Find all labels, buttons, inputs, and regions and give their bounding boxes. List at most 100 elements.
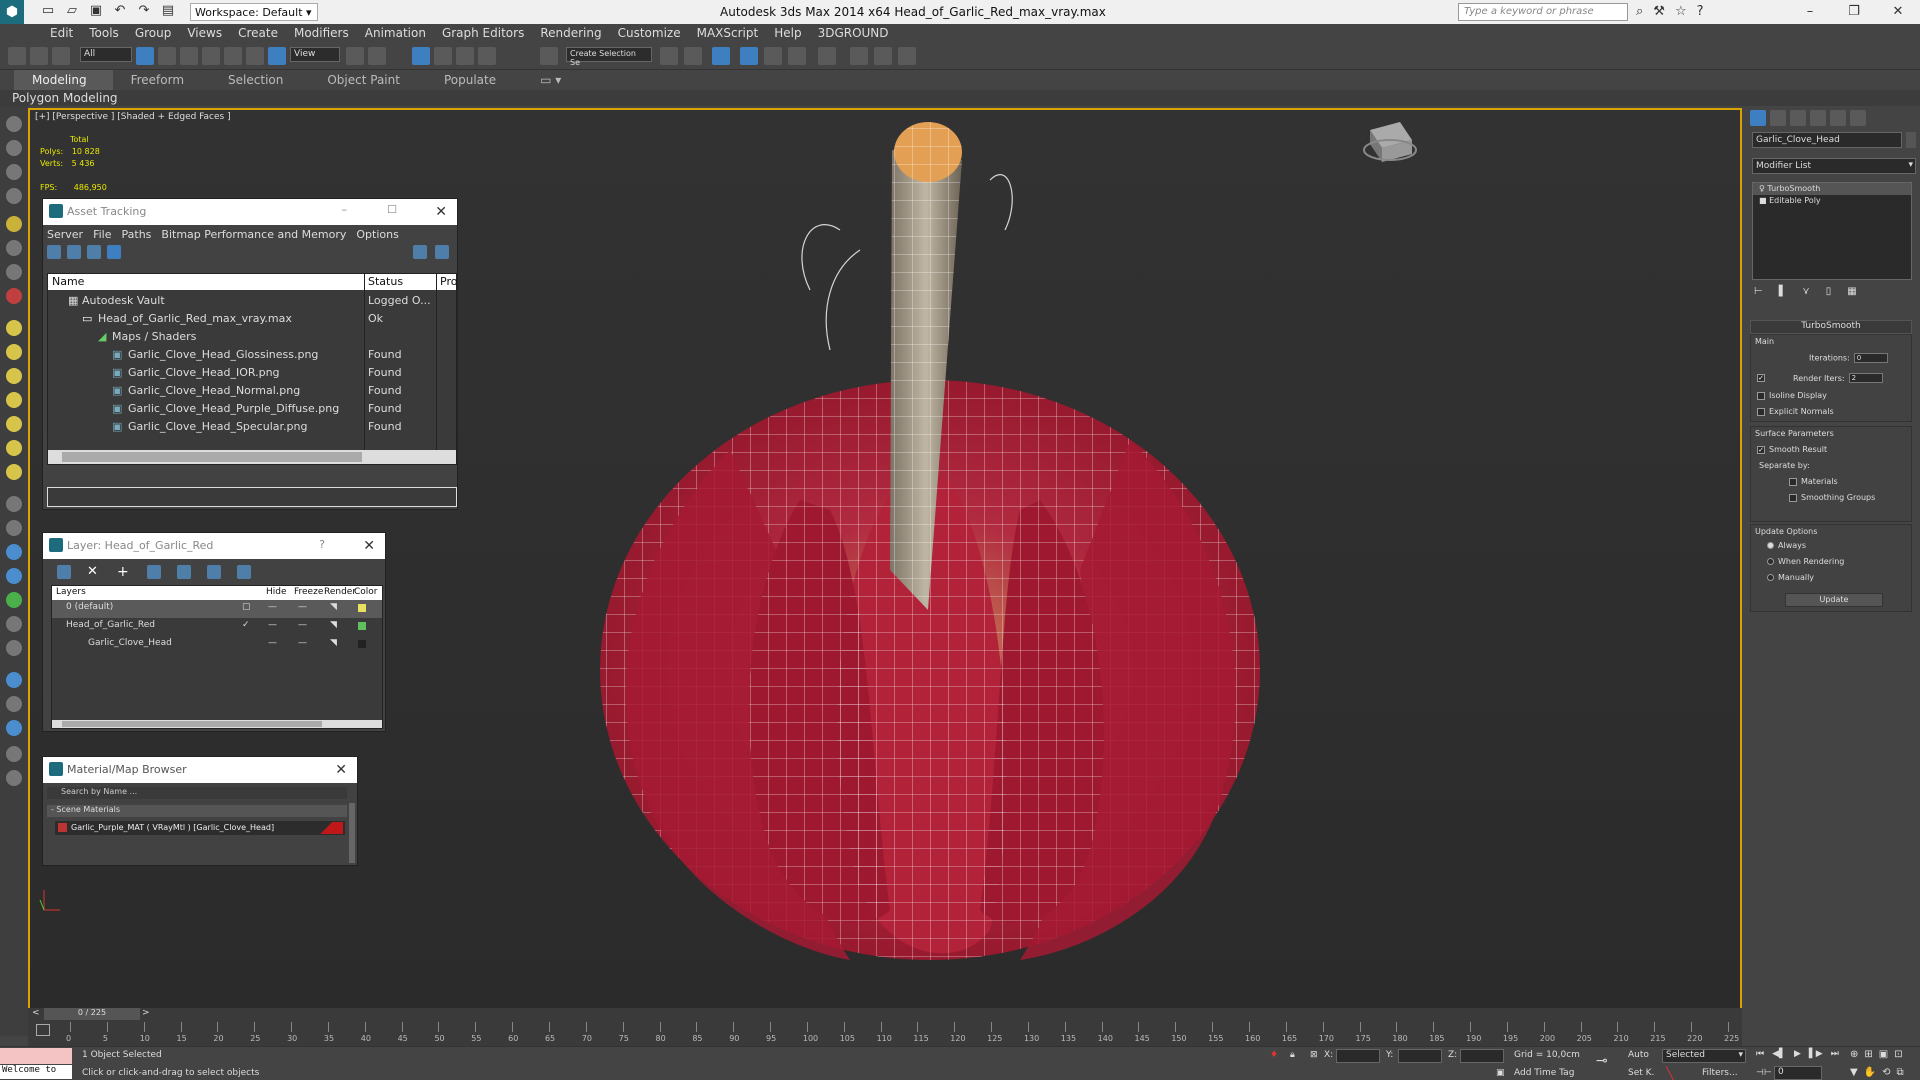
help-circle-icon[interactable] <box>6 770 22 786</box>
layer-color-swatch[interactable] <box>358 622 366 630</box>
create-icon[interactable] <box>6 140 22 156</box>
set-key-button[interactable]: Set K. <box>1628 1068 1654 1078</box>
menu-rendering[interactable]: Rendering <box>532 24 609 42</box>
highlight-layer-icon[interactable] <box>177 565 191 579</box>
polygon-modeling-label[interactable]: Polygon Modeling <box>12 91 118 105</box>
undo-icon[interactable]: ↶ <box>112 3 128 19</box>
hide-all-icon[interactable] <box>207 565 221 579</box>
add-to-layer-icon[interactable]: + <box>117 565 131 579</box>
teapot-render-icon[interactable]: ◥ <box>330 602 337 612</box>
angle-snap-icon[interactable] <box>434 47 452 65</box>
update-button[interactable]: Update <box>1785 593 1883 607</box>
always-radio[interactable] <box>1767 542 1774 549</box>
save-icon[interactable]: ▣ <box>88 3 104 19</box>
explicit-normals-checkbox[interactable] <box>1757 407 1765 416</box>
tab-populate[interactable]: Populate <box>426 70 522 90</box>
menu-create[interactable]: Create <box>230 24 286 42</box>
make-unique-icon[interactable]: ⋎ <box>1802 286 1809 297</box>
modify-icon[interactable] <box>6 164 22 180</box>
freeze-toggle[interactable]: — <box>298 638 307 648</box>
bind-spacewarp-icon[interactable] <box>52 47 70 65</box>
smooth-result-row[interactable]: ✓ Smooth Result <box>1757 445 1827 454</box>
prev-key-icon[interactable]: ◀▌ <box>1772 1049 1786 1059</box>
time-slider[interactable]: < 0 / 225 > <box>28 1008 1742 1020</box>
new-layer-icon[interactable] <box>57 565 71 579</box>
asset-path-field[interactable] <box>47 487 457 507</box>
schematic-view-icon[interactable] <box>788 47 806 65</box>
selection-region-icon[interactable] <box>180 47 198 65</box>
window-crossing-icon[interactable] <box>202 47 220 65</box>
menu-graph-editors[interactable]: Graph Editors <box>434 24 532 42</box>
zoom-icon[interactable]: ⊕ <box>1850 1049 1858 1060</box>
redo-icon[interactable]: ↷ <box>136 3 152 19</box>
col-freeze[interactable]: Freeze <box>294 587 323 597</box>
app-logo-icon[interactable]: ⬢ <box>0 0 24 24</box>
menu-views[interactable]: Views <box>179 24 230 42</box>
motion-tab-icon[interactable] <box>1810 110 1826 126</box>
col-hide[interactable]: Hide <box>266 587 287 597</box>
scale-icon[interactable] <box>268 47 286 65</box>
display-tab-icon[interactable] <box>1830 110 1846 126</box>
track-bar[interactable]: 0 5 10 15 20 25 30 35 40 45 50 55 60 65 70 75 80 85 90 95 10… <box>28 1020 1742 1046</box>
geosphere-icon[interactable] <box>6 440 22 456</box>
help-query-icon[interactable] <box>413 245 427 259</box>
y-coordinate-field[interactable] <box>1398 1049 1442 1063</box>
select-in-layer-icon[interactable] <box>147 565 161 579</box>
rendered-frame-icon[interactable] <box>874 47 892 65</box>
layer-color-swatch[interactable] <box>358 640 366 648</box>
select-object-icon[interactable] <box>136 47 154 65</box>
layer-row[interactable]: 0 (default) ▢ — — ◥ <box>52 600 382 618</box>
link-icon[interactable] <box>8 47 26 65</box>
search-input[interactable]: Type a keyword or phrase <box>1458 3 1628 21</box>
new-file-icon[interactable]: ▭ <box>40 3 56 19</box>
col-name[interactable]: Name <box>52 275 84 288</box>
isolate-icon[interactable]: ♦ <box>1270 1050 1278 1060</box>
camera-icon[interactable] <box>6 240 22 256</box>
cylinder-icon[interactable] <box>6 368 22 384</box>
orbit-icon[interactable]: ⟲ <box>1882 1067 1890 1078</box>
col-layers[interactable]: Layers <box>56 587 86 597</box>
tab-freeform[interactable]: Freeform <box>113 70 210 90</box>
align-icon[interactable] <box>684 47 702 65</box>
modify-tab-icon[interactable] <box>1770 110 1786 126</box>
horizontal-scrollbar[interactable] <box>52 720 382 728</box>
material-search-input[interactable]: Search by Name ... <box>47 787 347 799</box>
table-row[interactable]: ▣ Garlic_Clove_Head_Normal.png Found <box>48 382 456 400</box>
tube-icon[interactable] <box>6 464 22 480</box>
workspace-dropdown[interactable]: Workspace: Default ▾ <box>190 3 318 21</box>
globe-icon[interactable] <box>6 720 22 736</box>
graphite-tools-icon[interactable] <box>740 47 758 65</box>
tree-view-icon[interactable] <box>107 245 121 259</box>
maxscript-mini-listener[interactable]: Welcome to <box>0 1065 72 1079</box>
at-menu-bitmap[interactable]: Bitmap Performance and Memory <box>161 228 346 243</box>
character-icon[interactable] <box>6 640 22 656</box>
manipulate-icon[interactable] <box>368 47 386 65</box>
rotate-icon[interactable] <box>246 47 264 65</box>
list-icon[interactable] <box>67 245 81 259</box>
current-frame-field[interactable]: 0 <box>1774 1066 1822 1080</box>
settings-icon[interactable] <box>435 245 449 259</box>
move-icon[interactable] <box>224 47 242 65</box>
isoline-checkbox[interactable] <box>1757 391 1765 400</box>
reference-coord-dropdown[interactable]: View <box>290 47 340 62</box>
minimize-button[interactable]: – <box>1788 0 1832 24</box>
hide-toggle[interactable]: — <box>268 602 277 612</box>
isoline-row[interactable]: Isoline Display <box>1757 391 1827 400</box>
z-coordinate-field[interactable] <box>1460 1049 1504 1063</box>
modifier-list-dropdown[interactable]: Modifier List ▾ <box>1752 158 1916 174</box>
document-icon[interactable] <box>6 746 22 762</box>
menu-animation[interactable]: Animation <box>357 24 434 42</box>
materials-row[interactable]: Materials <box>1789 477 1838 486</box>
biped-icon[interactable] <box>6 616 22 632</box>
tab-object-paint[interactable]: Object Paint <box>309 70 426 90</box>
maximize-viewport-icon[interactable]: ⧉ <box>1897 1067 1904 1078</box>
zoom-extents-all-icon[interactable]: ⊡ <box>1894 1049 1902 1060</box>
layer-row[interactable]: Garlic_Clove_Head — — ◥ <box>52 636 382 654</box>
at-menu-file[interactable]: File <box>93 228 111 243</box>
selection-filter-dropdown[interactable]: All <box>80 47 132 62</box>
render-iters-spinner[interactable]: 2 <box>1848 373 1883 383</box>
turbosmooth-rollout-header[interactable]: TurboSmooth <box>1750 320 1912 334</box>
ribbon-options-icon[interactable]: ▭ ▾ <box>522 70 587 90</box>
always-row[interactable]: Always <box>1767 541 1806 550</box>
table-row[interactable]: ▣ Garlic_Clove_Head_Glossiness.png Found <box>48 346 456 364</box>
